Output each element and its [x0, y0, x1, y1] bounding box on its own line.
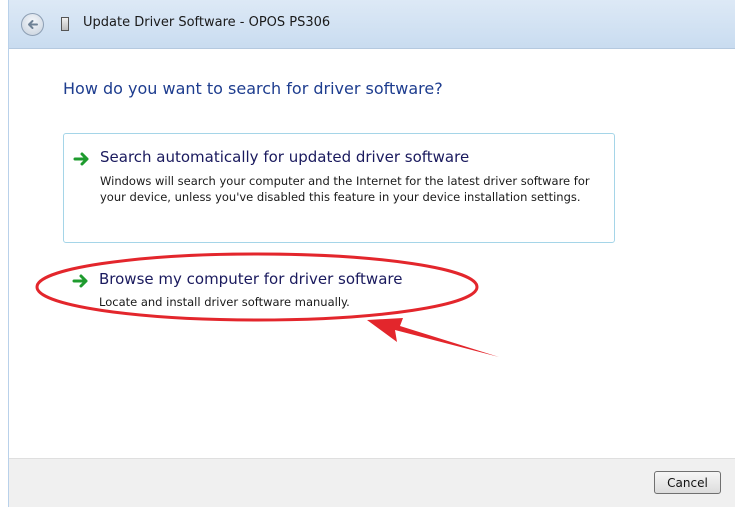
annotation-arrow	[367, 318, 499, 357]
title-bar: Update Driver Software - OPOS PS306	[9, 0, 735, 49]
footer-bar: Cancel	[9, 458, 735, 507]
back-arrow-icon	[28, 20, 38, 29]
green-arrow-icon	[73, 152, 89, 166]
option-title: Browse my computer for driver software	[99, 270, 403, 288]
device-icon	[61, 17, 69, 31]
back-button[interactable]	[21, 13, 44, 36]
dialog-window: Update Driver Software - OPOS PS306 How …	[8, 0, 735, 507]
option-description: Windows will search your computer and th…	[100, 174, 590, 204]
page-heading: How do you want to search for driver sof…	[63, 79, 443, 98]
option-description: Locate and install driver software manua…	[99, 295, 350, 309]
window-title: Update Driver Software - OPOS PS306	[83, 15, 331, 30]
browse-computer-option[interactable]: Browse my computer for driver software L…	[63, 263, 615, 313]
option-title: Search automatically for updated driver …	[100, 148, 470, 166]
search-automatically-option[interactable]: Search automatically for updated driver …	[63, 133, 615, 243]
green-arrow-icon	[72, 274, 88, 288]
cancel-button[interactable]: Cancel	[654, 471, 721, 494]
